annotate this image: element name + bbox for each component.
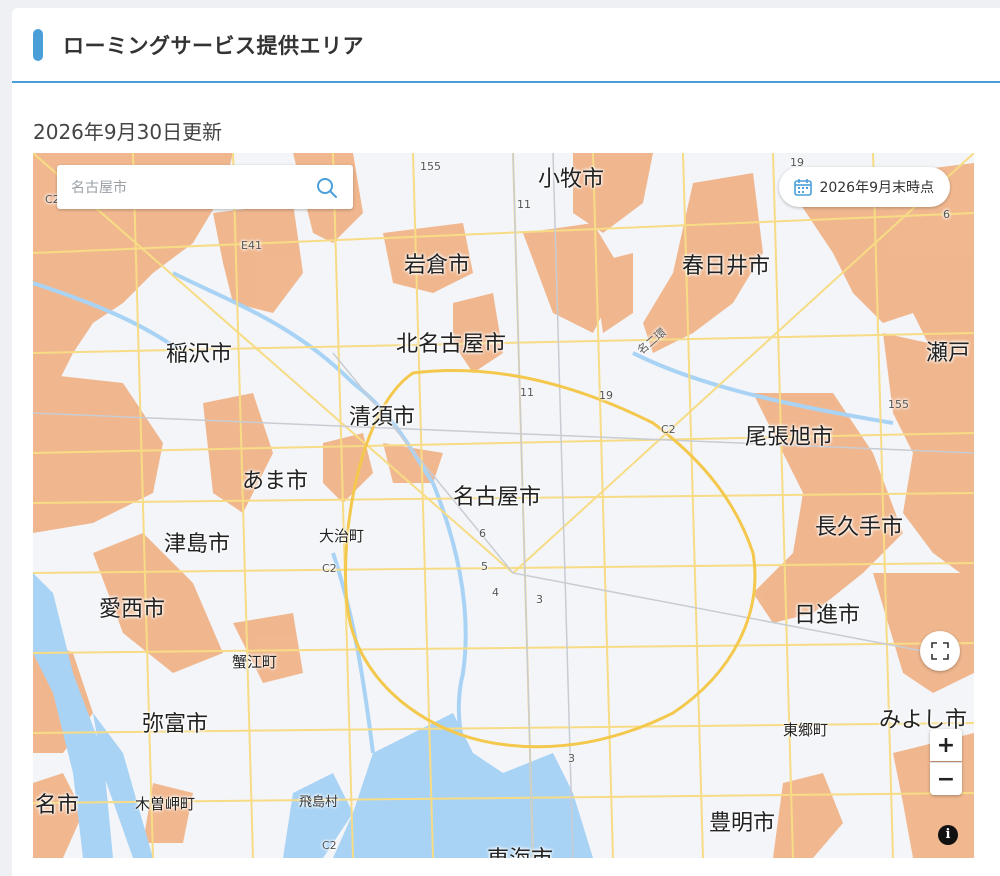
road-marker: 155 (420, 160, 441, 173)
map-label-togo: 東郷町 (783, 721, 829, 739)
roaming-area-card: ローミングサービス提供エリア 2026年9月30日更新 小牧市 岩倉市 春日井市… (12, 8, 1000, 876)
road-marker: 4 (492, 586, 499, 599)
fullscreen-icon (931, 642, 949, 660)
map-label-toyoake: 豊明市 (709, 811, 776, 836)
date-selector-chip[interactable]: 2026年9月末時点 (779, 167, 950, 207)
road-marker: C2 (322, 839, 337, 852)
road-marker: 11 (520, 386, 534, 399)
road-marker: 6 (479, 527, 486, 540)
road-marker: E41 (241, 239, 262, 252)
map-label-kiyosu: 清須市 (349, 405, 416, 430)
search-icon[interactable] (315, 176, 339, 200)
road-marker: 6 (943, 208, 950, 221)
map-label-kanie: 蟹江町 (232, 653, 278, 671)
coverage-map[interactable]: 小牧市 岩倉市 春日井市 稲沢市 北名古屋市 瀬戸 清須市 尾張旭市 あま市 名… (33, 153, 974, 858)
fullscreen-button[interactable] (920, 631, 960, 671)
road-marker: C2 (661, 423, 676, 436)
search-input[interactable] (69, 173, 303, 203)
map-label-tobishima: 飛島村 (299, 795, 339, 810)
header-accent-bar (33, 29, 43, 61)
map-label-oharu: 大治町 (319, 527, 365, 545)
map-label-kuwana: 名市 (35, 793, 80, 818)
updated-date: 2026年9月30日更新 (33, 120, 223, 144)
road-marker: C2 (322, 562, 337, 575)
road-marker: 5 (481, 560, 488, 573)
map-label-nisshin: 日進市 (794, 603, 861, 628)
date-chip-label: 2026年9月末時点 (819, 180, 934, 196)
zoom-out-button[interactable]: − (930, 762, 962, 795)
map-label-nagoya: 名古屋市 (453, 485, 542, 510)
zoom-in-button[interactable]: + (930, 729, 962, 761)
map-label-inazawa: 稲沢市 (166, 342, 233, 367)
card-header: ローミングサービス提供エリア (12, 8, 1000, 83)
map-label-kisosaki: 木曽岬町 (135, 795, 196, 813)
road-marker: 3 (568, 752, 575, 765)
map-label-komaki: 小牧市 (538, 167, 605, 192)
map-label-tokai: 東海市 (487, 841, 553, 858)
road-marker: 19 (599, 389, 613, 402)
map-label-nagakute: 長久手市 (815, 515, 904, 540)
map-label-kasugai: 春日井市 (682, 254, 771, 279)
map-label-yatomi: 弥富市 (142, 712, 209, 737)
map-label-kitanagoya: 北名古屋市 (396, 332, 507, 357)
map-label-seto: 瀬戸 (926, 341, 971, 366)
road-marker: 3 (536, 593, 543, 606)
info-icon[interactable]: i (938, 825, 958, 845)
map-label-iwakura: 岩倉市 (404, 253, 471, 278)
road-marker: 155 (888, 398, 909, 411)
map-label-ama: あま市 (242, 469, 309, 494)
map-label-aisai: 愛西市 (99, 597, 166, 622)
page-title: ローミングサービス提供エリア (63, 34, 364, 58)
calendar-icon (794, 179, 813, 196)
map-label-owariasahi: 尾張旭市 (745, 425, 834, 450)
map-label-tsushima: 津島市 (164, 532, 231, 557)
road-marker: 11 (517, 198, 531, 211)
map-search-box[interactable] (57, 165, 353, 209)
